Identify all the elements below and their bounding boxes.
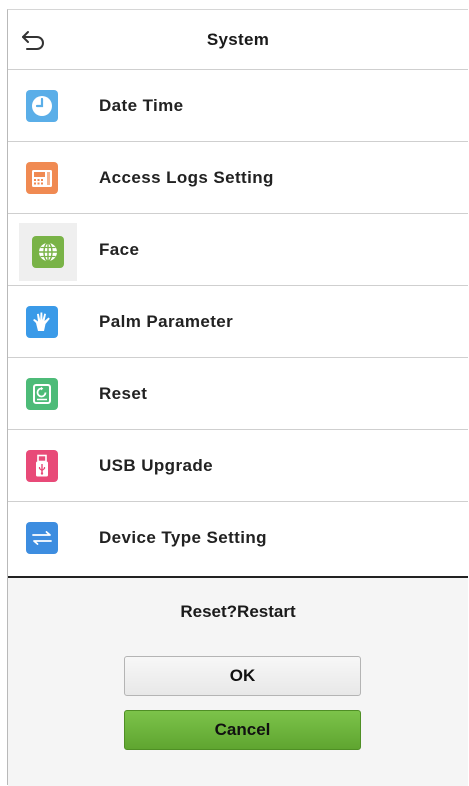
clock-icon bbox=[26, 90, 58, 122]
menu-item-reset[interactable]: Reset bbox=[8, 358, 468, 430]
palm-icon bbox=[26, 306, 58, 338]
menu-item-label: Date Time bbox=[99, 96, 184, 115]
usb-icon bbox=[26, 450, 58, 482]
menu-item-label: Device Type Setting bbox=[99, 528, 267, 547]
reset-confirm-dialog: Reset?Restart OK Cancel bbox=[8, 576, 468, 786]
cancel-button[interactable]: Cancel bbox=[124, 710, 361, 750]
ok-button[interactable]: OK bbox=[124, 656, 361, 696]
menu-item-date-time[interactable]: Date Time bbox=[8, 70, 468, 142]
header-bar: System bbox=[8, 10, 468, 70]
menu-item-device-type-setting[interactable]: Device Type Setting bbox=[8, 502, 468, 574]
system-menu-list: Date Time Access Logs Setting Face Palm … bbox=[8, 70, 468, 574]
menu-item-usb-upgrade[interactable]: USB Upgrade bbox=[8, 430, 468, 502]
back-arrow-icon bbox=[22, 31, 44, 50]
menu-item-face[interactable]: Face bbox=[8, 214, 468, 286]
menu-item-access-logs-setting[interactable]: Access Logs Setting bbox=[8, 142, 468, 214]
reset-icon bbox=[26, 378, 58, 410]
page-title: System bbox=[206, 30, 270, 49]
access-log-terminal-icon bbox=[26, 162, 58, 194]
system-screen: System Date Time Access Logs Setting Fac… bbox=[7, 9, 468, 786]
menu-item-label: USB Upgrade bbox=[99, 456, 213, 475]
menu-item-label: Access Logs Setting bbox=[99, 168, 274, 187]
back-button[interactable] bbox=[18, 24, 50, 56]
dialog-message: Reset?Restart bbox=[180, 602, 296, 621]
menu-item-label: Reset bbox=[99, 384, 148, 403]
switch-arrows-icon bbox=[26, 522, 58, 554]
menu-item-palm-parameter[interactable]: Palm Parameter bbox=[8, 286, 468, 358]
menu-item-label: Palm Parameter bbox=[99, 312, 234, 331]
face-globe-icon bbox=[32, 236, 64, 268]
menu-item-label: Face bbox=[99, 240, 140, 259]
